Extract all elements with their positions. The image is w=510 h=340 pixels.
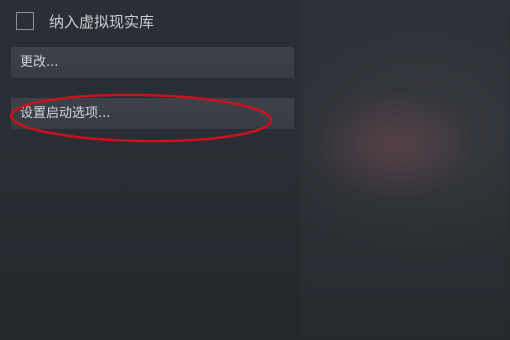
include-vr-checkbox[interactable] bbox=[16, 12, 34, 30]
change-button[interactable]: 更改... bbox=[11, 47, 294, 78]
blurred-background bbox=[300, 0, 510, 340]
include-vr-label: 纳入虚拟现实库 bbox=[49, 12, 155, 31]
set-launch-options-button[interactable]: 设置启动选项... bbox=[11, 98, 294, 129]
include-vr-row[interactable]: 纳入虚拟现实库 bbox=[16, 10, 154, 32]
